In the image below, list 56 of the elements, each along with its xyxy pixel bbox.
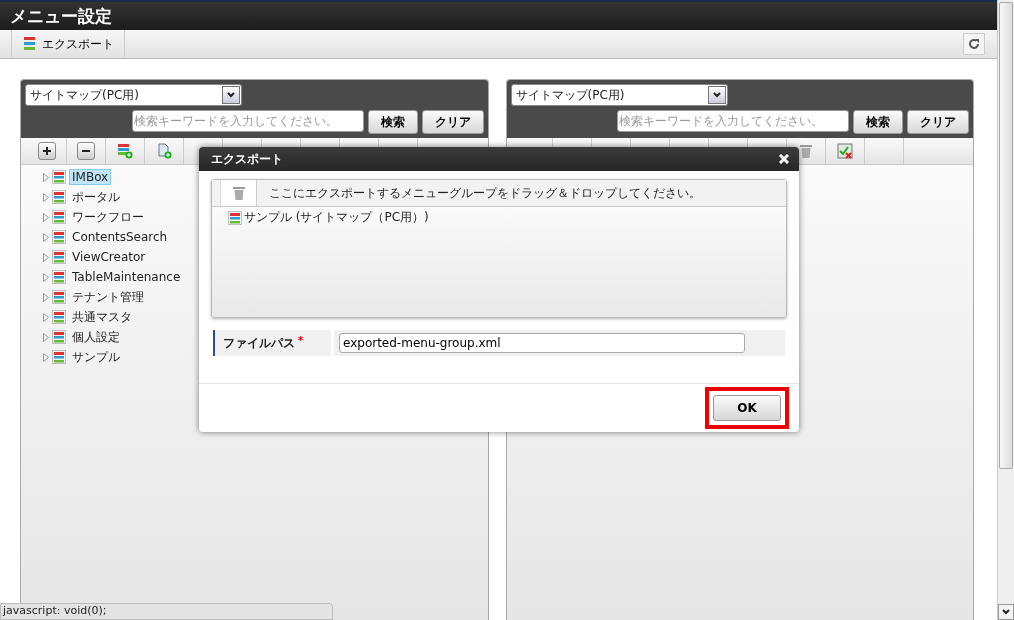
tree-item[interactable]: ViewCreator [69, 249, 149, 265]
collapse-all-button[interactable] [77, 142, 95, 160]
add-page-icon[interactable] [156, 143, 172, 159]
search-button[interactable]: 検索 [367, 110, 418, 134]
tree-item[interactable]: 個人設定 [69, 327, 123, 347]
tree-item[interactable]: TableMaintenance [69, 269, 184, 285]
tree-item[interactable]: ワークフロー [69, 207, 147, 227]
search-field[interactable]: 検索キーワードを入力してください。 [617, 110, 849, 132]
menu-group-icon [52, 270, 66, 284]
scroll-down-button[interactable] [998, 604, 1014, 620]
site-select[interactable]: サイトマップ(PC用) [510, 84, 728, 106]
check-cross-icon[interactable] [836, 143, 853, 159]
menu-group-icon [52, 230, 66, 244]
export-item: サンプル (サイトマップ（PC用）) [244, 209, 429, 226]
field-label: ファイルパス [223, 334, 295, 352]
menu-group-icon [52, 290, 66, 304]
clear-button[interactable]: クリア [421, 110, 484, 134]
page-title: メニュー設定 [10, 4, 112, 28]
menu-group-icon [228, 210, 242, 225]
dialog-title: エクスポート [211, 150, 283, 168]
required-mark: * [298, 335, 304, 346]
search-field[interactable]: 検索キーワードを入力してください。 [131, 110, 364, 132]
dropdown-icon [227, 92, 235, 98]
refresh-icon [968, 38, 980, 50]
menu-group-icon [52, 210, 66, 224]
tree-item[interactable]: ポータル [69, 187, 123, 207]
tree-item[interactable]: IMBox [69, 169, 112, 185]
refresh-button[interactable] [963, 33, 985, 55]
export-button[interactable]: エクスポート [11, 30, 125, 58]
site-select[interactable]: サイトマップ(PC用) [25, 84, 242, 106]
tree-item[interactable]: 共通マスタ [69, 307, 135, 327]
clear-button[interactable]: クリア [907, 110, 969, 134]
menu-group-icon [52, 350, 66, 364]
dropdown-icon [712, 92, 721, 98]
menu-group-icon [52, 250, 66, 264]
trash-button[interactable] [220, 180, 257, 206]
menu-group-icon [52, 170, 66, 184]
drop-area[interactable]: ここにエクスポートするメニューグループをドラッグ＆ドロップしてください。 サンプル (サイトマップ（PC用）) [211, 179, 787, 318]
tree-item[interactable]: サンプル [69, 347, 123, 367]
trash-icon [232, 186, 245, 200]
status-text: javascript: void(0); [0, 603, 333, 620]
menu-list-icon [22, 36, 38, 52]
ok-button[interactable]: OK [713, 395, 781, 421]
tree-item[interactable]: ContentsSearch [69, 229, 171, 245]
expand-all-button[interactable] [38, 142, 56, 160]
menu-group-icon [52, 330, 66, 344]
menu-group-icon [52, 310, 66, 324]
close-icon[interactable] [779, 154, 789, 164]
tree-item[interactable]: テナント管理 [69, 287, 147, 307]
plus-icon [42, 146, 52, 156]
menu-group-icon [52, 190, 66, 204]
drop-hint: ここにエクスポートするメニューグループをドラッグ＆ドロップしてください。 [269, 184, 701, 202]
file-path-field[interactable]: exported-menu-group.xml [339, 333, 745, 353]
search-button[interactable]: 検索 [853, 110, 903, 134]
trash-icon[interactable] [798, 143, 813, 159]
add-group-icon[interactable] [117, 143, 133, 159]
